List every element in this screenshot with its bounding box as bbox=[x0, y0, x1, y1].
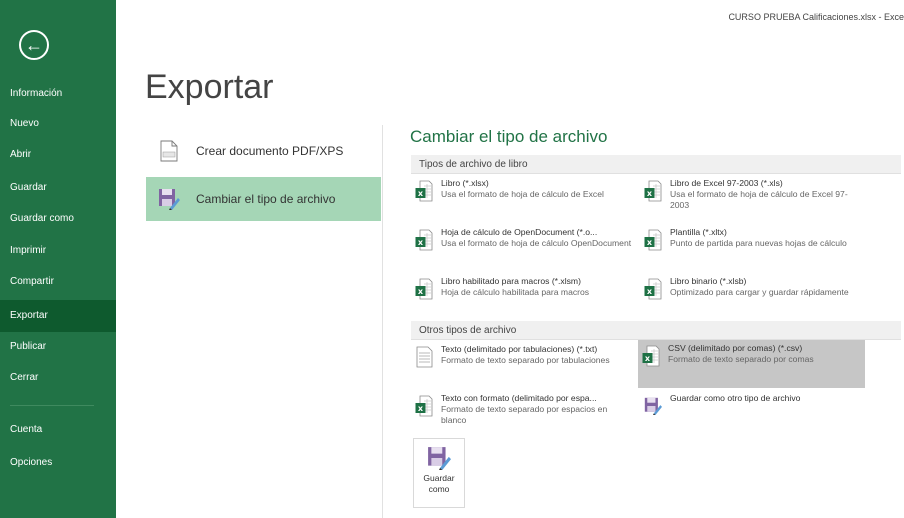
file-type-title: CSV (delimitado por comas) (*.csv) bbox=[668, 343, 803, 353]
file-type-desc: Formato de texto separado por tabulacion… bbox=[441, 355, 610, 365]
file-type-title: Texto con formato (delimitado por espa..… bbox=[441, 393, 597, 403]
create-pdf-xps-option[interactable]: Crear documento PDF/XPS bbox=[146, 129, 381, 173]
nav-item-publicar[interactable]: Publicar bbox=[0, 333, 116, 361]
file-type-desc: Formato de texto separado por espacios e… bbox=[441, 404, 608, 425]
save-as-button[interactable]: Guardar como bbox=[413, 438, 465, 508]
excel-template-icon bbox=[644, 229, 662, 251]
excel-binary-icon bbox=[644, 278, 662, 300]
save-convert-icon bbox=[158, 187, 180, 211]
file-type-title: Libro binario (*.xlsb) bbox=[670, 276, 747, 286]
nav-item-cerrar[interactable]: Cerrar bbox=[0, 364, 116, 392]
nav-item-guardar-como[interactable]: Guardar como bbox=[0, 205, 116, 233]
file-type-xls[interactable]: Libro de Excel 97-2003 (*.xls) Usa el for… bbox=[640, 175, 866, 223]
change-file-type-option[interactable]: Cambiar el tipo de archivo bbox=[146, 177, 381, 221]
file-type-title: Libro (*.xlsx) bbox=[441, 178, 489, 188]
nav-item-informacion[interactable]: Información bbox=[0, 80, 116, 108]
file-type-desc: Usa el formato de hoja de cálculo de Exc… bbox=[670, 189, 848, 210]
file-type-desc: Formato de texto separado por comas bbox=[668, 354, 814, 364]
excel-macro-icon bbox=[415, 278, 433, 300]
nav-item-opciones[interactable]: Opciones bbox=[0, 449, 116, 477]
excel-workbook-icon bbox=[415, 180, 433, 202]
nav-item-cuenta[interactable]: Cuenta bbox=[0, 416, 116, 444]
file-type-desc: Optimizado para cargar y guardar rápidam… bbox=[670, 287, 849, 297]
file-type-other[interactable]: Guardar como otro tipo de archivo bbox=[640, 390, 866, 438]
file-type-title: Plantilla (*.xltx) bbox=[670, 227, 727, 237]
save-as-label-line2: como bbox=[428, 484, 450, 494]
file-type-desc: Usa el formato de hoja de cálculo OpenDo… bbox=[441, 238, 632, 248]
nav-item-exportar[interactable]: Exportar bbox=[0, 300, 116, 332]
change-file-type-label: Cambiar el tipo de archivo bbox=[196, 192, 336, 206]
file-type-title: Libro habilitado para macros (*.xlsm) bbox=[441, 276, 581, 286]
save-as-icon bbox=[427, 446, 451, 470]
file-type-desc: Usa el formato de hoja de cálculo de Exc… bbox=[441, 189, 604, 199]
file-type-prn[interactable]: Texto con formato (delimitado por espa..… bbox=[411, 390, 637, 438]
back-arrow-icon[interactable]: ← bbox=[19, 30, 49, 60]
other-types-header: Otros tipos de archivo bbox=[411, 321, 901, 340]
excel-97-workbook-icon bbox=[644, 180, 662, 202]
file-type-csv[interactable]: CSV (delimitado por comas) (*.csv) Format… bbox=[638, 340, 865, 388]
text-file-icon bbox=[415, 346, 433, 368]
opendocument-icon bbox=[415, 229, 433, 251]
save-as-label-line1: Guardar bbox=[423, 473, 455, 483]
file-type-title: Texto (delimitado por tabulaciones) (*.t… bbox=[441, 344, 598, 354]
file-type-xlsm[interactable]: Libro habilitado para macros (*.xlsm) Hoj… bbox=[411, 273, 637, 321]
file-type-ods[interactable]: Hoja de cálculo de OpenDocument (*.o... U… bbox=[411, 224, 637, 272]
workbook-types-header: Tipos de archivo de libro bbox=[411, 155, 901, 174]
section-heading: Cambiar el tipo de archivo bbox=[410, 127, 608, 146]
nav-item-nuevo[interactable]: Nuevo bbox=[0, 110, 116, 138]
create-pdf-xps-label: Crear documento PDF/XPS bbox=[196, 144, 344, 158]
file-type-xltx[interactable]: Plantilla (*.xltx) Punto de partida para … bbox=[640, 224, 866, 272]
file-type-desc: Hoja de cálculo habilitada para macros bbox=[441, 287, 590, 297]
file-type-xlsx[interactable]: Libro (*.xlsx) Usa el formato de hoja de … bbox=[411, 175, 637, 223]
nav-item-abrir[interactable]: Abrir bbox=[0, 141, 116, 169]
panel-divider bbox=[382, 125, 383, 518]
nav-item-guardar[interactable]: Guardar bbox=[0, 174, 116, 202]
nav-item-imprimir[interactable]: Imprimir bbox=[0, 237, 116, 265]
file-type-txt[interactable]: Texto (delimitado por tabulaciones) (*.t… bbox=[411, 341, 637, 389]
file-type-title: Hoja de cálculo de OpenDocument (*.o... bbox=[441, 227, 598, 237]
formatted-text-icon bbox=[415, 395, 433, 417]
file-type-desc: Punto de partida para nuevas hojas de cá… bbox=[670, 238, 847, 248]
window-title: CURSO PRUEBA Calificaciones.xlsx - Exce bbox=[728, 12, 904, 22]
file-type-title: Guardar como otro tipo de archivo bbox=[670, 393, 801, 403]
csv-file-icon bbox=[642, 345, 660, 367]
nav-item-compartir[interactable]: Compartir bbox=[0, 268, 116, 296]
backstage-sidebar: ← Información Nuevo Abrir Guardar Guarda… bbox=[0, 0, 116, 518]
save-other-icon bbox=[644, 395, 662, 417]
file-type-title: Libro de Excel 97-2003 (*.xls) bbox=[670, 178, 783, 188]
sidebar-divider bbox=[10, 405, 94, 406]
page-title: Exportar bbox=[145, 68, 274, 106]
pdf-document-icon bbox=[158, 139, 180, 163]
file-type-xlsb[interactable]: Libro binario (*.xlsb) Optimizado para ca… bbox=[640, 273, 866, 321]
